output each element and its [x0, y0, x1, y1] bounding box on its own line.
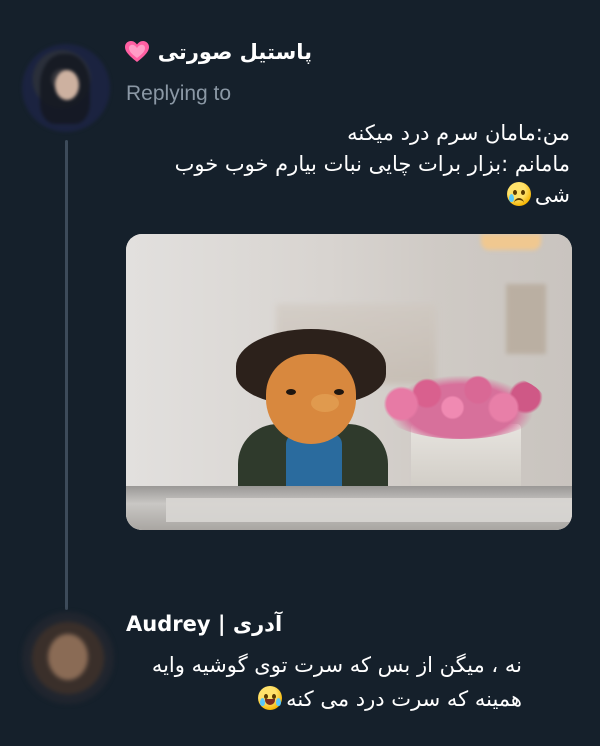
reply-text-line: همینه که سرت درد می کنه: [286, 687, 522, 711]
reply-text: نه ، میگن از بس که سرت توی گوشیه وایه هم…: [102, 648, 522, 716]
tweet-media-image[interactable]: [126, 234, 572, 530]
heart-icon: [124, 41, 149, 62]
laughing-crying-face-icon: [258, 686, 283, 710]
tweet-text-line: مامانم :بزار برات چایی نبات بیارم خوب خو…: [174, 152, 570, 176]
thread-connector-line: [65, 140, 68, 610]
avatar-face: [55, 70, 79, 100]
scene-frame: [506, 284, 546, 354]
tweet-text: من:مامان سرم درد میکنه مامانم :بزار برات…: [120, 118, 570, 211]
thread-view: پاستیل صورتی Replying to من:مامان سرم در…: [0, 0, 600, 746]
puppet-eye: [334, 389, 344, 395]
crying-face-icon: [506, 182, 531, 206]
replying-to-label: Replying to: [126, 82, 232, 105]
pink-flowers: [376, 369, 546, 439]
tweet-text-line: من:مامان سرم درد میکنه: [347, 121, 570, 145]
reply-text-line-with-emoji: همینه که سرت درد می کنه: [102, 682, 522, 716]
tweet-header: پاستیل صورتی: [124, 40, 312, 64]
avatar[interactable]: [22, 44, 110, 132]
tweet-text-line-with-emoji: شی: [120, 180, 570, 211]
reply-text-line: نه ، میگن از بس که سرت توی گوشیه وایه: [151, 653, 522, 677]
puppet-nose: [311, 394, 339, 412]
avatar-face: [48, 634, 88, 680]
tweet-text-line: شی: [534, 183, 570, 207]
puppet-eye: [286, 389, 296, 395]
reply-header: Audrey | آدری: [126, 612, 282, 636]
reply-author-name[interactable]: Audrey | آدری: [126, 612, 282, 636]
author-name[interactable]: پاستیل صورتی: [158, 40, 312, 64]
scene-paper: [166, 498, 572, 522]
scene-lamp: [481, 234, 541, 250]
reply-avatar[interactable]: [22, 612, 114, 704]
